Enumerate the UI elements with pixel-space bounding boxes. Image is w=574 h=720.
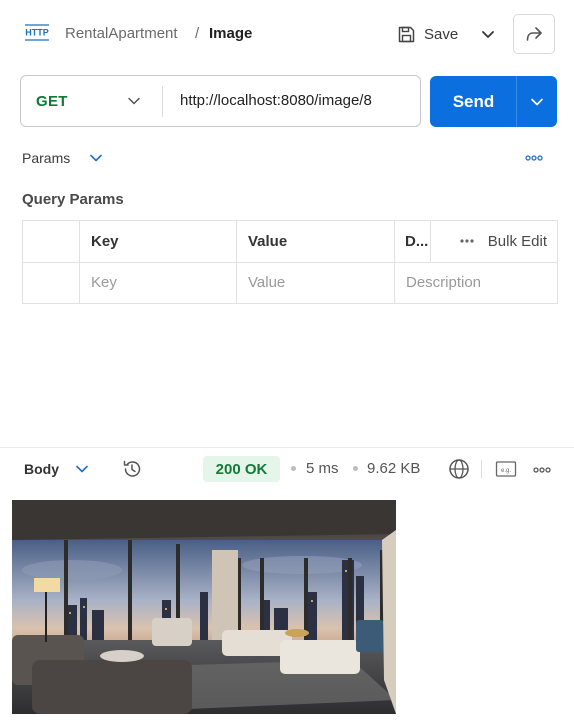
toolbar-divider [481, 460, 482, 478]
save-options-chevron-down-icon[interactable] [478, 26, 498, 44]
save-response-icon[interactable]: e.g. [495, 460, 517, 478]
send-button[interactable]: Send [430, 76, 517, 127]
response-more-icon[interactable] [532, 463, 552, 475]
column-header-description: D... [394, 220, 431, 263]
separator-dot [291, 466, 296, 471]
key-input[interactable]: Key [79, 261, 237, 304]
send-options-chevron-down-icon[interactable] [517, 76, 557, 127]
url-input[interactable]: http://localhost:8080/image/8 [180, 92, 416, 109]
save-label: Save [424, 25, 459, 43]
bulk-more-icon [460, 238, 474, 244]
table-header-row: Key Value D... Bulk Edit [22, 220, 558, 263]
response-image [12, 500, 396, 714]
table-row: Key Value Description [22, 261, 558, 304]
params-chevron-down-icon[interactable] [88, 151, 104, 165]
description-input[interactable]: Description [394, 261, 558, 304]
save-icon [397, 25, 416, 44]
value-input[interactable]: Value [236, 261, 395, 304]
request-title[interactable]: Image [209, 25, 252, 43]
method-selector[interactable]: GET [36, 93, 68, 110]
method-chevron-down-icon[interactable] [126, 94, 142, 108]
breadcrumb-collection[interactable]: RentalApartment [65, 25, 178, 43]
query-params-table: Key Value D... Bulk Edit Key Value Descr… [22, 220, 558, 304]
save-button[interactable]: Save [397, 20, 458, 48]
checkbox-column-header [22, 220, 80, 263]
breadcrumb-separator: / [195, 25, 200, 42]
row-checkbox-cell [22, 261, 80, 304]
response-divider [0, 447, 574, 448]
http-icon: HTTP [24, 22, 50, 44]
history-icon[interactable] [121, 458, 143, 480]
bulk-edit-label: Bulk Edit [487, 232, 547, 250]
globe-icon[interactable] [448, 458, 470, 480]
tab-params[interactable]: Params [22, 150, 70, 166]
separator-dot [353, 466, 358, 471]
column-header-key: Key [79, 220, 237, 263]
status-badge: 200 OK [203, 456, 280, 482]
url-divider [162, 86, 163, 117]
svg-text:e.g.: e.g. [501, 468, 511, 474]
query-params-title: Query Params [22, 191, 124, 208]
body-chevron-down-icon[interactable] [74, 462, 90, 476]
svg-text:HTTP: HTTP [25, 28, 49, 38]
response-time: 5 ms [306, 460, 339, 477]
params-more-icon[interactable] [524, 151, 544, 163]
bulk-edit-button[interactable]: Bulk Edit [432, 232, 547, 250]
share-button[interactable] [513, 14, 555, 54]
response-body-tab[interactable]: Body [24, 461, 59, 477]
share-icon [524, 25, 544, 43]
column-header-value: Value [236, 220, 395, 263]
bulk-edit-cell: Bulk Edit [430, 220, 558, 263]
response-size: 9.62 KB [367, 460, 421, 477]
